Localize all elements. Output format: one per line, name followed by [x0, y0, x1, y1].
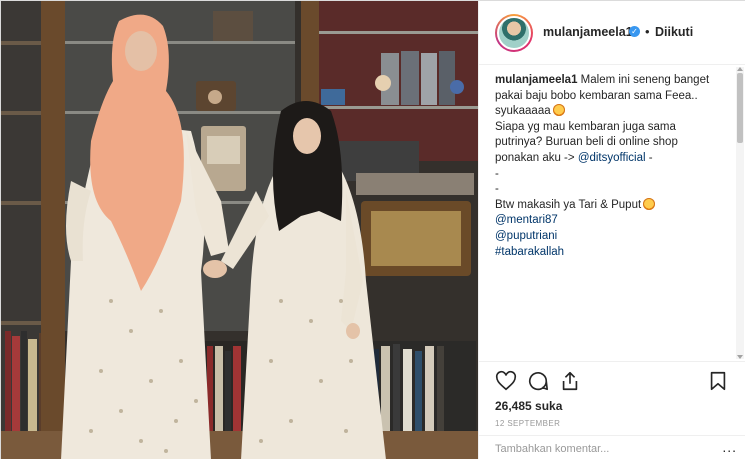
caption-dash: -: [645, 151, 653, 164]
likes-count[interactable]: 26,485 suka: [495, 399, 562, 413]
separator-dot: •: [645, 24, 650, 39]
comment-icon[interactable]: [527, 370, 549, 392]
scroll-up-icon[interactable]: [737, 67, 743, 71]
follow-status-button[interactable]: Diikuti: [655, 25, 693, 39]
comment-input[interactable]: [495, 440, 695, 458]
post-sidebar: mulanjameela1 ✓ • Diikuti mulanjameela1 …: [478, 1, 745, 459]
action-bar: [479, 361, 745, 397]
photo-illustration: [1, 1, 478, 459]
header-username-link[interactable]: mulanjameela1: [543, 25, 633, 39]
hashtag-tabarakallah-link[interactable]: #tabarakallah: [495, 245, 723, 261]
caption-line: -: [495, 167, 499, 180]
caption-line: -: [495, 183, 499, 196]
caption-line: pakai baju bobo kembaran sama Feea..: [495, 89, 698, 102]
blush-emoji-icon: [552, 104, 565, 117]
post-caption: mulanjameela1 Malem ini seneng banget pa…: [495, 73, 723, 260]
mention-puputriani-link[interactable]: @puputriani: [495, 229, 723, 245]
post-header: mulanjameela1 ✓ • Diikuti: [479, 1, 745, 65]
caption-scrollbar[interactable]: [736, 67, 744, 359]
kiss-emoji-icon: [643, 197, 656, 210]
mention-mentari87-link[interactable]: @mentari87: [495, 213, 723, 229]
bookmark-icon[interactable]: [707, 370, 729, 392]
heart-icon[interactable]: [495, 370, 517, 392]
caption-line: Btw makasih ya Tari & Puput: [495, 198, 642, 211]
post-date[interactable]: 12 SEPTEMBER: [495, 419, 560, 428]
share-icon[interactable]: [559, 370, 581, 392]
caption-line: syukaaaaa: [495, 105, 551, 118]
instagram-post-window: mulanjameela1 ✓ • Diikuti mulanjameela1 …: [0, 0, 745, 459]
mention-ditsyofficial-link[interactable]: @ditsyofficial: [578, 152, 646, 164]
caption-line: Siapa yg mau kembaran juga sama: [495, 120, 676, 133]
verified-badge-icon: ✓: [629, 26, 640, 37]
more-options-button[interactable]: ...: [722, 439, 737, 455]
comment-form: ...: [479, 435, 745, 459]
caption-line: putrinya? Buruan beli di online shop: [495, 136, 678, 149]
caption-line: Malem ini seneng banget: [580, 74, 710, 86]
caption-username-link[interactable]: mulanjameela1: [495, 74, 577, 86]
scroll-down-icon[interactable]: [737, 355, 743, 359]
avatar[interactable]: [495, 14, 533, 52]
post-photo[interactable]: [1, 1, 478, 459]
scroll-thumb[interactable]: [737, 73, 743, 143]
caption-line: ponakan aku ->: [495, 151, 575, 164]
